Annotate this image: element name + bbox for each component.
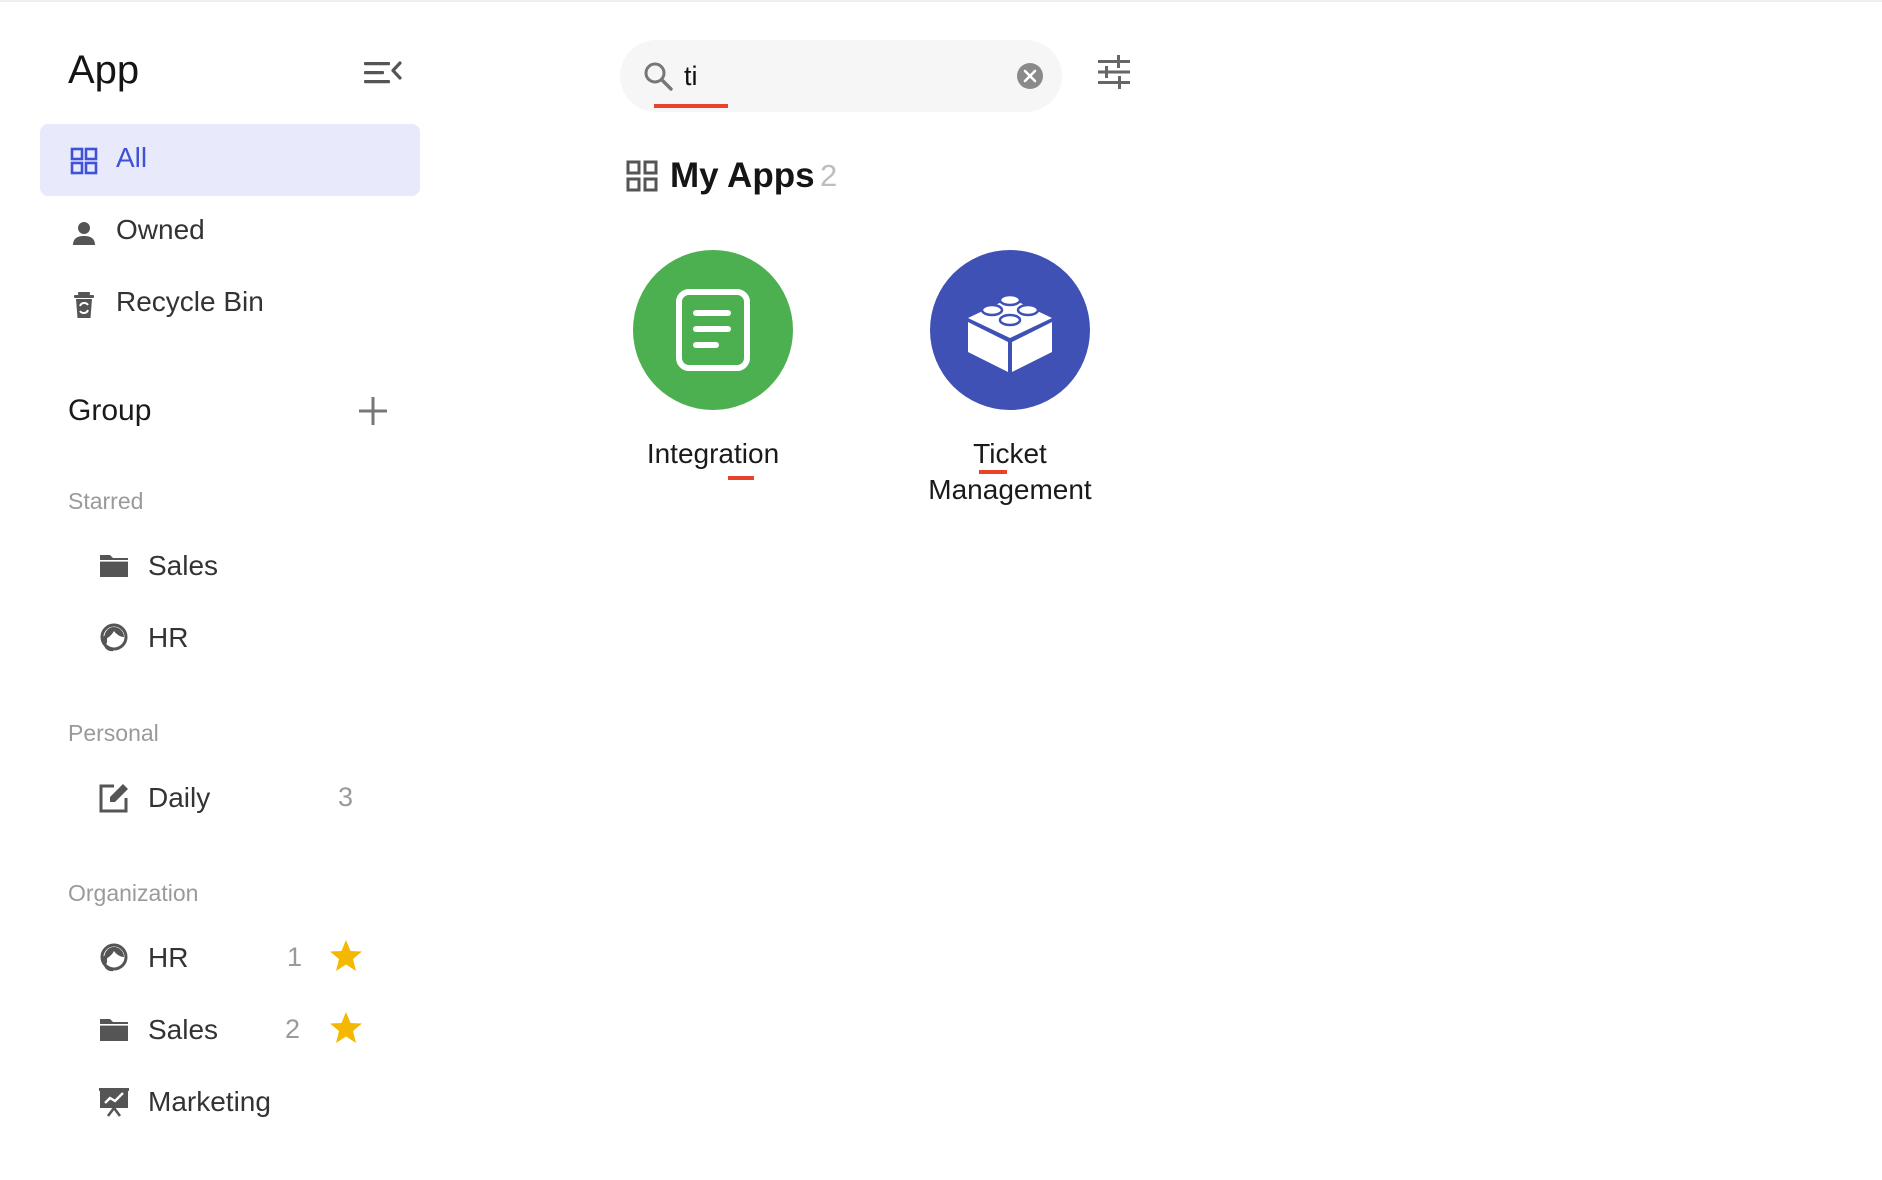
group-item-hr[interactable]: HR 1: [90, 928, 390, 988]
star-icon[interactable]: [328, 938, 364, 974]
nav-item-all[interactable]: All: [40, 124, 420, 196]
clear-search-button[interactable]: [1016, 62, 1044, 90]
filter-button[interactable]: [1096, 54, 1132, 90]
group-item-daily[interactable]: Daily 3: [90, 768, 390, 828]
headset-icon: [100, 943, 128, 972]
search-icon: [644, 62, 673, 91]
group-item-count: 3: [338, 782, 354, 812]
app-name-line1: Ticket: [973, 438, 1047, 469]
person-icon: [73, 222, 95, 245]
nav-label: All: [116, 142, 148, 173]
nav-item-owned[interactable]: Owned: [40, 196, 420, 268]
section-label-personal: Personal: [68, 720, 159, 746]
add-group-button[interactable]: [356, 394, 390, 428]
match-highlight: [728, 476, 754, 480]
collapse-sidebar-button[interactable]: [362, 54, 402, 90]
section-label-organization: Organization: [68, 880, 199, 906]
group-item-count: 2: [285, 1014, 301, 1044]
document-lines-icon: [676, 289, 750, 371]
app-icon: [633, 250, 793, 410]
menu-collapse-icon: [364, 61, 402, 84]
group-item-label: HR: [148, 622, 189, 653]
section-title: My Apps: [670, 156, 815, 195]
group-item-label: HR: [148, 942, 189, 973]
clear-icon: [1017, 63, 1043, 89]
edit-square-icon: [99, 784, 128, 813]
group-item-label: Marketing: [148, 1086, 271, 1117]
recycle-bin-icon: [74, 292, 94, 318]
presentation-chart-icon: [99, 1088, 129, 1117]
group-item-sales[interactable]: Sales: [90, 536, 390, 596]
app-card-integration[interactable]: Integration: [598, 250, 828, 530]
app-card-ticket-management[interactable]: Ticket Management: [895, 250, 1125, 530]
group-item-label: Sales: [148, 550, 219, 581]
app-name: Integration: [646, 438, 780, 469]
nav-item-recycle-bin[interactable]: Recycle Bin: [40, 268, 420, 340]
group-item-label: Sales: [148, 1014, 219, 1045]
star-icon[interactable]: [328, 1010, 364, 1046]
group-item-sales[interactable]: Sales 2: [90, 1000, 390, 1060]
app-name: Ticket Management: [895, 436, 1125, 508]
nav-label: Owned: [116, 214, 205, 245]
folder-icon: [100, 1019, 128, 1041]
group-heading: Group: [68, 394, 152, 427]
plus-icon: [359, 397, 387, 425]
group-item-hr[interactable]: HR: [90, 608, 390, 668]
app-icon: [930, 250, 1090, 410]
sliders-icon: [1098, 55, 1130, 89]
grid-icon: [70, 147, 98, 175]
group-item-marketing[interactable]: Marketing: [90, 1072, 390, 1132]
sidebar: App All Owned Recycle Bin Group Starred …: [0, 0, 460, 1180]
group-item-count: 1: [287, 942, 303, 972]
folder-icon: [100, 555, 128, 577]
search-term-underline: [654, 104, 728, 108]
building-block-icon: [968, 293, 1052, 372]
app-title: App: [68, 48, 140, 92]
headset-icon: [100, 623, 128, 652]
app-name-line2: Management: [928, 474, 1092, 505]
section-count: 2: [820, 158, 838, 193]
match-highlight: [979, 470, 1007, 474]
grid-icon: [626, 160, 658, 192]
search-input[interactable]: [684, 58, 984, 94]
group-item-label: Daily: [148, 782, 211, 813]
section-label-starred: Starred: [68, 488, 144, 514]
search-box[interactable]: [620, 40, 1062, 112]
nav-label: Recycle Bin: [116, 286, 264, 317]
